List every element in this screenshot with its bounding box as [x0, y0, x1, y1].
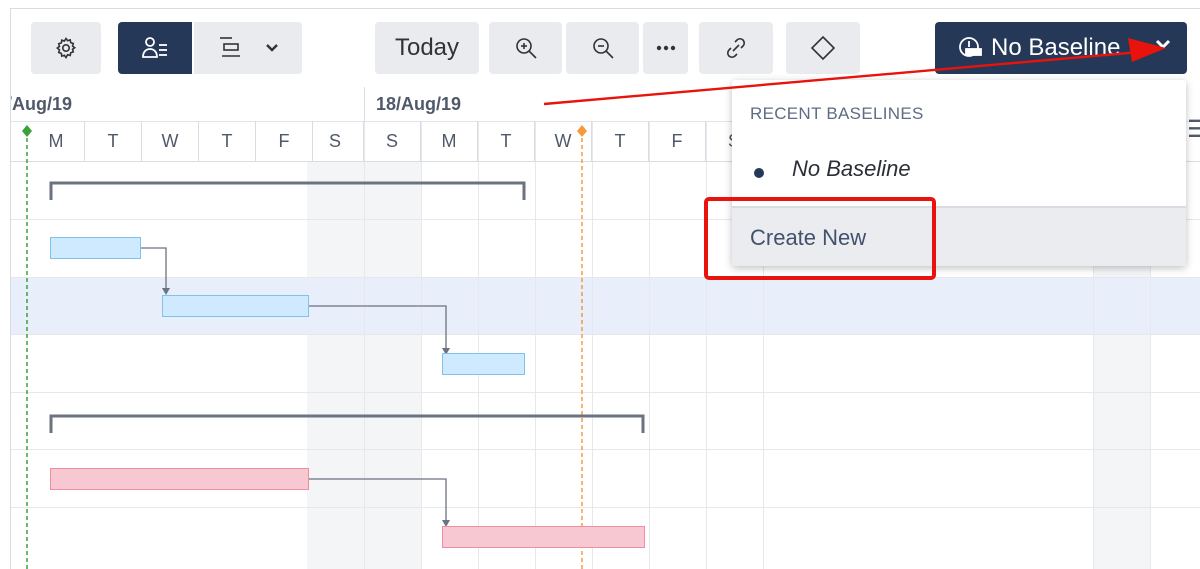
baseline-label: No Baseline	[991, 34, 1121, 61]
chevron-down-icon	[1155, 39, 1171, 50]
zoom-in-icon	[515, 38, 537, 59]
baseline-icon	[959, 37, 982, 57]
more-button[interactable]	[643, 22, 688, 74]
link-button[interactable]	[699, 22, 773, 74]
today-label: Today	[394, 34, 460, 61]
task-bar[interactable]	[50, 237, 141, 259]
baseline-option-label: No Baseline	[792, 156, 911, 181]
dependency-arrow	[308, 478, 447, 521]
baseline-option-none[interactable]: No Baseline	[732, 150, 1186, 200]
summary-bar	[49, 414, 645, 433]
menu-header: RECENT BASELINES	[750, 104, 924, 123]
chevron-down-icon	[266, 44, 278, 52]
annotation-highlight-box	[704, 197, 936, 280]
settings-button[interactable]	[31, 22, 101, 74]
dependency-arrow	[140, 247, 167, 289]
task-bar[interactable]	[442, 353, 525, 375]
task-bar[interactable]	[442, 526, 645, 548]
milestone-button[interactable]	[786, 22, 860, 74]
start-date-marker	[22, 125, 32, 137]
today-marker	[577, 125, 587, 137]
link-icon	[726, 37, 746, 59]
menu-edge-icon: ☰	[1187, 115, 1200, 144]
diamond-icon	[810, 35, 836, 61]
resource-view-button[interactable]	[118, 22, 192, 74]
gantt-icon	[220, 37, 240, 57]
task-bar[interactable]	[162, 295, 309, 317]
task-bar[interactable]	[50, 468, 309, 490]
zoom-in-button[interactable]	[489, 22, 562, 74]
ellipsis-icon	[656, 45, 675, 51]
selected-dot-icon	[754, 168, 764, 178]
baseline-dropdown-button[interactable]: No Baseline	[935, 22, 1187, 74]
summary-bar	[49, 181, 526, 200]
today-button[interactable]: Today	[375, 22, 479, 74]
zoom-out-icon	[592, 38, 614, 59]
dependency-arrow	[308, 305, 447, 349]
gantt-view-button[interactable]	[194, 22, 302, 74]
person-list-icon	[142, 37, 167, 58]
zoom-out-button[interactable]	[566, 22, 639, 74]
gear-icon	[56, 37, 77, 59]
